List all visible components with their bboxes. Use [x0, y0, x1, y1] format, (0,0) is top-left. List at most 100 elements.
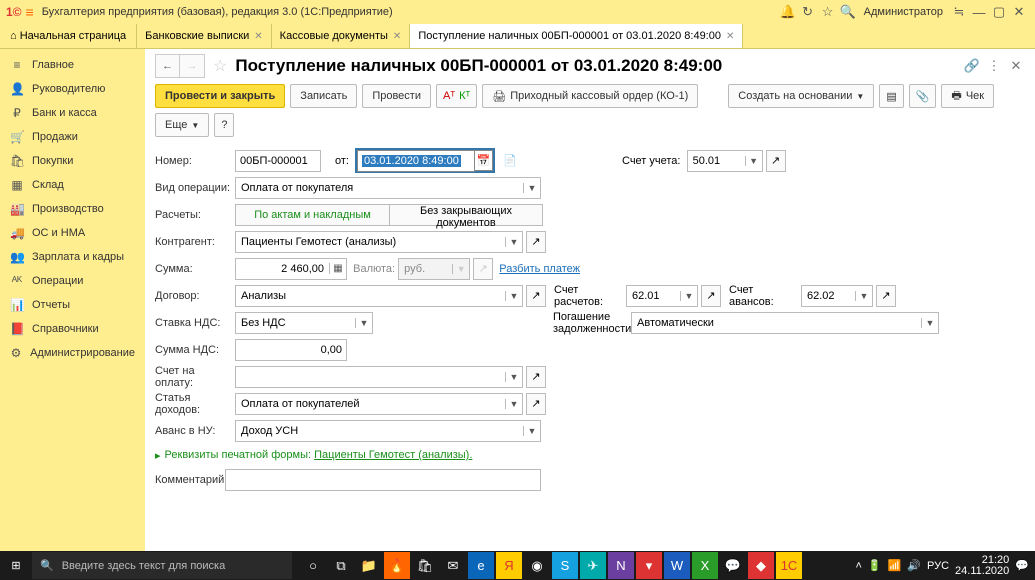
tab-receipt[interactable]: Поступление наличных 00БП-000001 от 03.0…: [410, 24, 743, 48]
doc-status-icon[interactable]: 📄: [498, 150, 522, 172]
nav-manager[interactable]: 👤Руководителю: [0, 77, 145, 101]
print-props-link[interactable]: Реквизиты печатной формы: Пациенты Гемот…: [165, 449, 473, 461]
income-select[interactable]: Оплата от покупателей▼: [235, 393, 523, 415]
debt-select[interactable]: Автоматически▼: [631, 312, 939, 334]
create-based-button[interactable]: Создать на основании ▼: [728, 84, 874, 108]
date-field[interactable]: 03.01.2020 8:49:00 📅: [355, 148, 495, 173]
number-input[interactable]: [235, 150, 321, 172]
advnu-select[interactable]: Доход УСН▼: [235, 420, 541, 442]
link-icon[interactable]: 🔗: [963, 58, 981, 74]
viber-icon[interactable]: ▾: [636, 552, 662, 579]
tab-bank[interactable]: Банковские выписки✕: [137, 24, 272, 48]
open-income-button[interactable]: ↗: [526, 393, 546, 415]
store-icon[interactable]: 🛍: [412, 552, 438, 579]
notifications-icon[interactable]: 💬: [1015, 559, 1029, 572]
nav-ops[interactable]: ᴬᴷОперации: [0, 269, 145, 293]
word-icon[interactable]: W: [664, 552, 690, 579]
whatsapp-icon[interactable]: 💬: [720, 552, 746, 579]
back-button[interactable]: ←: [156, 55, 180, 77]
calc-acts-button[interactable]: По актам и накладным: [235, 204, 390, 226]
nav-purchase[interactable]: 🛍Покупки: [0, 149, 145, 173]
write-button[interactable]: Записать: [290, 84, 357, 108]
system-tray[interactable]: ˄ 🔋 📶 🔊 РУС 21:20 24.11.2020 💬: [849, 555, 1035, 577]
maximize-icon[interactable]: ▢: [989, 4, 1009, 20]
optype-select[interactable]: Оплата от покупателя▼: [235, 177, 541, 199]
calc-nodocs-button[interactable]: Без закрывающих документов: [390, 204, 543, 226]
wifi-icon[interactable]: 📶: [888, 559, 902, 572]
post-close-button[interactable]: Провести и закрыть: [155, 84, 285, 108]
excel-icon[interactable]: X: [692, 552, 718, 579]
open-invacct-button[interactable]: ↗: [526, 366, 546, 388]
close-icon[interactable]: ✕: [1009, 4, 1029, 20]
menu-icon[interactable]: ≡: [26, 4, 34, 20]
reg-button[interactable]: ▤: [879, 84, 903, 108]
close-icon[interactable]: ✕: [726, 31, 734, 42]
bell-icon[interactable]: 🔔: [778, 4, 798, 20]
favorite-icon[interactable]: ☆: [213, 56, 227, 76]
home-tab[interactable]: ⌂ Начальная страница: [0, 24, 137, 48]
star-icon[interactable]: ☆: [818, 4, 838, 20]
comment-input[interactable]: [225, 469, 541, 491]
volume-icon[interactable]: 🔊: [907, 559, 921, 572]
vatsum-input[interactable]: [235, 339, 347, 361]
battery-icon[interactable]: 🔋: [868, 559, 882, 572]
search-icon[interactable]: 🔍: [838, 4, 858, 20]
anydesk-icon[interactable]: ◆: [748, 552, 774, 579]
close-panel-icon[interactable]: ✕: [1007, 58, 1025, 74]
onenote-icon[interactable]: N: [608, 552, 634, 579]
expand-icon[interactable]: ▸: [155, 449, 161, 462]
close-icon[interactable]: ✕: [254, 31, 262, 42]
invacct-select[interactable]: ▼: [235, 366, 523, 388]
app-icon[interactable]: 🔥: [384, 552, 410, 579]
adv-acct-select[interactable]: 62.02▼: [801, 285, 873, 307]
acct-select[interactable]: 50.01▼: [687, 150, 763, 172]
cortana-icon[interactable]: ○: [300, 552, 326, 579]
nav-prod[interactable]: 🏭Производство: [0, 197, 145, 221]
more-icon[interactable]: ⋮: [985, 58, 1003, 74]
sum-input[interactable]: 2 460,00▦: [235, 258, 347, 280]
nav-reports[interactable]: 📊Отчеты: [0, 293, 145, 317]
explorer-icon[interactable]: 📁: [356, 552, 382, 579]
history-icon[interactable]: ↻: [798, 4, 818, 20]
tab-cash[interactable]: Кассовые документы✕: [272, 24, 411, 48]
post-button[interactable]: Провести: [362, 84, 431, 108]
user-name[interactable]: Администратор: [864, 6, 943, 18]
lang-indicator[interactable]: РУС: [927, 560, 949, 572]
vat-select[interactable]: Без НДС▼: [235, 312, 373, 334]
open-acct-button[interactable]: ↗: [766, 150, 786, 172]
taskview-icon[interactable]: ⧉: [328, 552, 354, 579]
dt-kt-button[interactable]: АᵀКᵀ: [436, 84, 477, 108]
open-contr-button[interactable]: ↗: [526, 231, 546, 253]
calc-acct-select[interactable]: 62.01▼: [626, 285, 698, 307]
close-icon[interactable]: ✕: [393, 31, 401, 42]
split-payment-link[interactable]: Разбить платеж: [499, 263, 580, 275]
clock[interactable]: 21:20 24.11.2020: [955, 555, 1009, 577]
start-button[interactable]: ⊞: [0, 551, 32, 580]
taskbar-search[interactable]: 🔍 Введите здесь текст для поиска: [32, 552, 292, 579]
nav-bank[interactable]: ₽Банк и касса: [0, 101, 145, 125]
nav-admin[interactable]: ⚙Администрирование: [0, 341, 145, 365]
chrome-icon[interactable]: ◉: [524, 552, 550, 579]
nav-sales[interactable]: 🛒Продажи: [0, 125, 145, 149]
contr-select[interactable]: Пациенты Гемотест (анализы)▼: [235, 231, 523, 253]
open-advacct-button[interactable]: ↗: [876, 285, 896, 307]
nav-refs[interactable]: 📕Справочники: [0, 317, 145, 341]
nav-stock[interactable]: ▦Склад: [0, 173, 145, 197]
tray-up-icon[interactable]: ˄: [855, 560, 861, 572]
mail-icon[interactable]: ✉: [440, 552, 466, 579]
nav-salary[interactable]: 👥Зарплата и кадры: [0, 245, 145, 269]
yandex-icon[interactable]: Я: [496, 552, 522, 579]
more-button[interactable]: Еще ▼: [155, 113, 209, 137]
contract-select[interactable]: Анализы▼: [235, 285, 523, 307]
help-button[interactable]: ?: [214, 113, 234, 137]
calendar-icon[interactable]: 📅: [475, 150, 493, 171]
forward-button[interactable]: →: [180, 55, 204, 77]
open-calcacct-button[interactable]: ↗: [701, 285, 721, 307]
telegram-icon[interactable]: ✈: [580, 552, 606, 579]
1c-icon[interactable]: 1C: [776, 552, 802, 579]
nav-os[interactable]: 🚚ОС и НМА: [0, 221, 145, 245]
skype-icon[interactable]: S: [552, 552, 578, 579]
attach-button[interactable]: 📎: [909, 84, 937, 108]
minimize-icon[interactable]: —: [969, 5, 989, 20]
open-contract-button[interactable]: ↗: [526, 285, 546, 307]
